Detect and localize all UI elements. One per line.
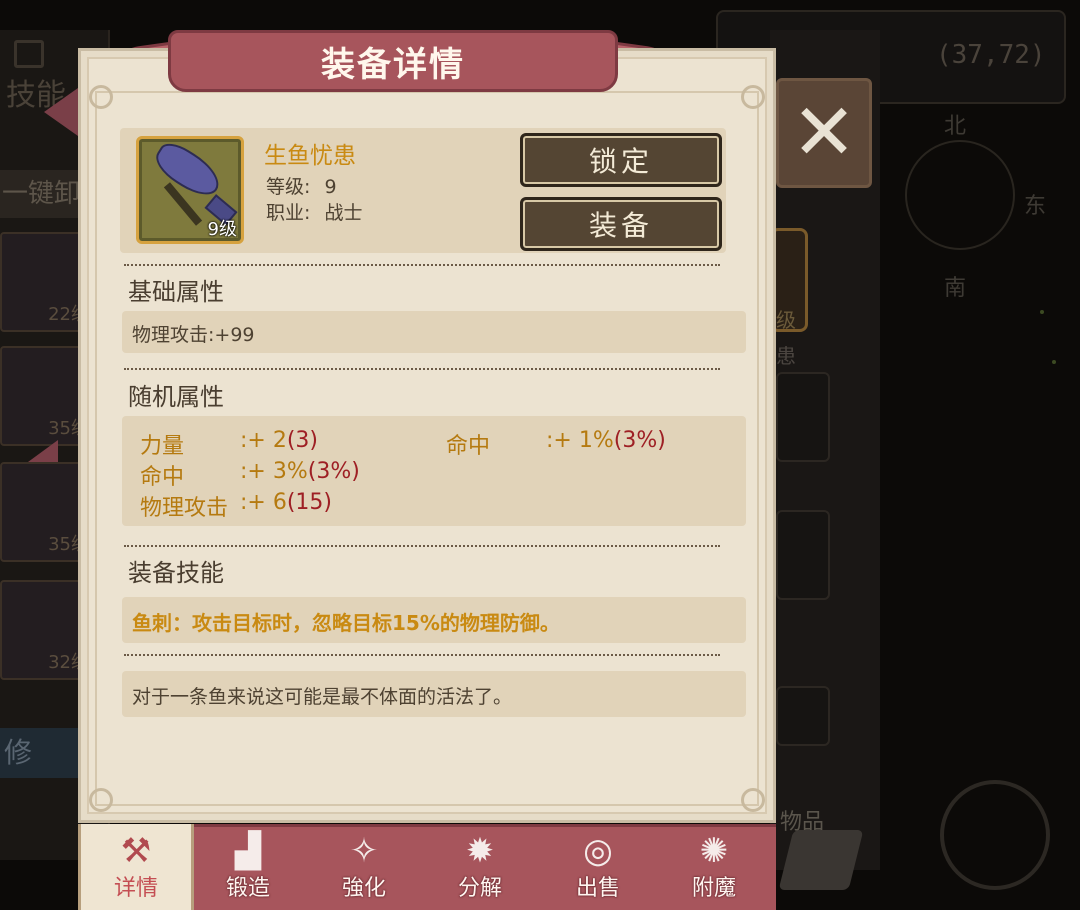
corner-ornament xyxy=(89,85,113,109)
random-attr-label: 命中 xyxy=(140,465,185,490)
random-attr-label: 命中 xyxy=(446,434,491,459)
random-attr-max: (3%) xyxy=(307,459,360,484)
section-divider xyxy=(124,368,720,370)
tab-label: 出售 xyxy=(575,876,620,901)
random-attr-value: :+ 6(15) xyxy=(240,490,333,515)
map-marker xyxy=(1040,310,1044,314)
details-hammer-icon: ⚒ xyxy=(120,831,152,871)
item-level-row: 等级: 9 xyxy=(266,172,337,199)
tab-label: 強化 xyxy=(341,876,386,901)
sparkle-wand-icon: ✧ xyxy=(349,831,379,871)
random-attr-max: (3%) xyxy=(613,428,666,453)
flavor-text: 对于一条鱼来说这可能是最不体面的活法了。 xyxy=(132,686,513,708)
book-icon xyxy=(14,40,44,68)
corner-ornament xyxy=(89,788,113,812)
item-class-row: 职业: 战士 xyxy=(266,198,362,225)
coordinates-readout: (37,72) xyxy=(936,40,1046,70)
compass-icon xyxy=(905,140,1015,250)
tab-label: 分解 xyxy=(457,876,502,901)
tab-enchant[interactable]: ✺ 附魔 xyxy=(656,824,772,910)
map-marker xyxy=(1052,360,1056,364)
arrow-left-icon xyxy=(44,88,78,136)
tab-label: 锻造 xyxy=(225,876,270,901)
item-name: 生鱼忧患 xyxy=(264,143,356,169)
burst-icon: ✹ xyxy=(465,831,495,871)
dialog-title: 装备详情 xyxy=(321,44,465,85)
random-attr-max: (15) xyxy=(286,490,333,515)
random-attr-value: :+ 2(3) xyxy=(240,428,319,453)
section-divider xyxy=(124,545,720,547)
random-attr-label: 物理攻击 xyxy=(140,496,229,521)
compass-east: 东 xyxy=(1024,194,1047,219)
equip-skill-text: 鱼刺：攻击目标时，忽略目标15%的物理防御。 xyxy=(132,611,560,635)
equip-skill-title: 装备技能 xyxy=(128,559,224,587)
coin-stack-icon: ◎ xyxy=(583,831,613,871)
item-level-label: 等级: xyxy=(266,176,311,198)
anvil-icon: ▟ xyxy=(234,831,262,871)
fish-weapon-icon[interactable]: 9级 xyxy=(136,136,244,244)
random-attr-value: :+ 3%(3%) xyxy=(240,459,360,484)
random-attr-max: (3) xyxy=(286,428,319,453)
close-button[interactable]: ✕ xyxy=(776,78,872,188)
section-divider xyxy=(124,264,720,266)
fish-body xyxy=(149,139,227,203)
item-level-value: 9 xyxy=(324,176,337,198)
inventory-slot[interactable] xyxy=(776,686,830,746)
base-attribute-line: 物理攻击:+99 xyxy=(132,324,255,346)
corner-ornament xyxy=(741,788,765,812)
compass-north: 北 xyxy=(944,114,967,139)
item-class-value: 战士 xyxy=(324,202,363,224)
random-attributes-title: 随机属性 xyxy=(128,383,224,411)
item-class-label: 职业: xyxy=(266,202,311,224)
tab-sell[interactable]: ◎ 出售 xyxy=(540,824,656,910)
dialog-title-banner: 装备详情 xyxy=(168,30,618,92)
tab-label: 详情 xyxy=(113,876,158,901)
close-x-icon: ✕ xyxy=(791,88,857,178)
corner-ornament xyxy=(741,85,765,109)
tab-label: 附魔 xyxy=(691,876,736,901)
swirl-eye-icon: ✺ xyxy=(699,831,729,871)
tab-details[interactable]: ⚒ 详情 xyxy=(78,824,194,910)
inventory-slot[interactable] xyxy=(776,510,830,600)
tab-decompose[interactable]: ✹ 分解 xyxy=(422,824,538,910)
tab-enhance[interactable]: ✧ 強化 xyxy=(306,824,422,910)
lock-button[interactable]: 锁定 xyxy=(520,133,722,187)
selected-item-name: 患 xyxy=(776,344,796,368)
tab-forge[interactable]: ▟ 锻造 xyxy=(190,824,306,910)
inventory-slot[interactable] xyxy=(776,372,830,462)
base-attributes-title: 基础属性 xyxy=(128,278,224,306)
random-attr-label: 力量 xyxy=(140,434,185,459)
random-attr-value: :+ 1%(3%) xyxy=(546,428,666,453)
item-level-badge: 9级 xyxy=(207,219,237,240)
compass-south: 南 xyxy=(944,276,967,301)
home-button[interactable] xyxy=(940,780,1050,890)
switch-arrows-icon[interactable] xyxy=(778,830,864,890)
selected-item-level: 级 xyxy=(776,308,796,332)
section-divider xyxy=(124,654,720,656)
equip-button[interactable]: 装备 xyxy=(520,197,722,251)
